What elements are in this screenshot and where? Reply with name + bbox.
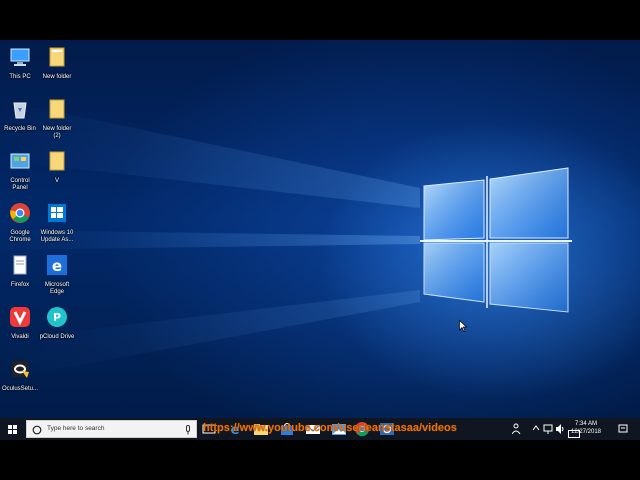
folder-icon bbox=[49, 99, 65, 119]
recycle-bin-icon bbox=[13, 102, 27, 119]
desktop[interactable]: This PC New folder Recycle Bin New folde… bbox=[0, 40, 640, 440]
folder-icon bbox=[49, 151, 65, 171]
windows-update-assistant-icon bbox=[48, 204, 66, 222]
desktop-icon-windows-10-update-assistant[interactable]: Windows 10 Update As... bbox=[39, 202, 75, 244]
edge-icon: e bbox=[47, 255, 67, 275]
desktop-icon-vivaldi[interactable]: Vivaldi bbox=[2, 306, 38, 341]
svg-text:P: P bbox=[53, 311, 61, 324]
microphone-icon[interactable] bbox=[185, 425, 191, 435]
desktop-icon-google-chrome[interactable]: Google Chrome bbox=[2, 202, 38, 244]
desktop-icon-firefox[interactable]: Firefox bbox=[2, 254, 38, 289]
clock[interactable]: 7:34 AM 12/27/2018 bbox=[566, 420, 606, 436]
chevron-up-icon[interactable] bbox=[532, 425, 540, 431]
file-icon bbox=[13, 255, 27, 275]
volume-icon[interactable] bbox=[555, 423, 565, 435]
folder-icon bbox=[49, 47, 65, 67]
desktop-icon-new-folder-2[interactable]: New folder (2) bbox=[39, 98, 75, 140]
url-watermark: https://www.youtube.com/user/eanstasaa/v… bbox=[203, 422, 457, 434]
desktop-icon-new-folder[interactable]: New folder bbox=[39, 46, 75, 81]
control-panel-icon bbox=[10, 153, 30, 169]
this-pc-icon bbox=[10, 48, 30, 66]
network-icon[interactable] bbox=[543, 423, 553, 435]
search-icon bbox=[32, 425, 42, 435]
desktop-icon-v[interactable]: V bbox=[39, 150, 75, 185]
vivaldi-icon bbox=[10, 307, 30, 327]
svg-text:e: e bbox=[52, 257, 62, 275]
mouse-cursor-icon bbox=[459, 320, 467, 332]
start-button[interactable] bbox=[0, 418, 24, 440]
desktop-icon-this-pc[interactable]: This PC bbox=[2, 46, 38, 81]
desktop-icon-recycle-bin[interactable]: Recycle Bin bbox=[2, 98, 38, 133]
pcloud-icon: P bbox=[47, 307, 67, 327]
desktop-icon-control-panel[interactable]: Control Panel bbox=[2, 150, 38, 192]
windows-10-wallpaper bbox=[0, 100, 572, 380]
oculus-setup-icon bbox=[12, 361, 29, 378]
notification-icon[interactable] bbox=[618, 423, 628, 435]
taskbar-search-box[interactable]: Type here to search bbox=[26, 420, 197, 438]
windows-logo-icon bbox=[8, 425, 17, 434]
desktop-icon-pcloud-drive[interactable]: P pCloud Drive bbox=[39, 306, 75, 341]
people-icon[interactable] bbox=[512, 423, 522, 435]
chrome-icon bbox=[10, 203, 30, 223]
desktop-icon-oculus-setup[interactable]: OculusSetu... bbox=[2, 358, 38, 393]
desktop-icon-microsoft-edge[interactable]: e Microsoft Edge bbox=[39, 254, 75, 296]
